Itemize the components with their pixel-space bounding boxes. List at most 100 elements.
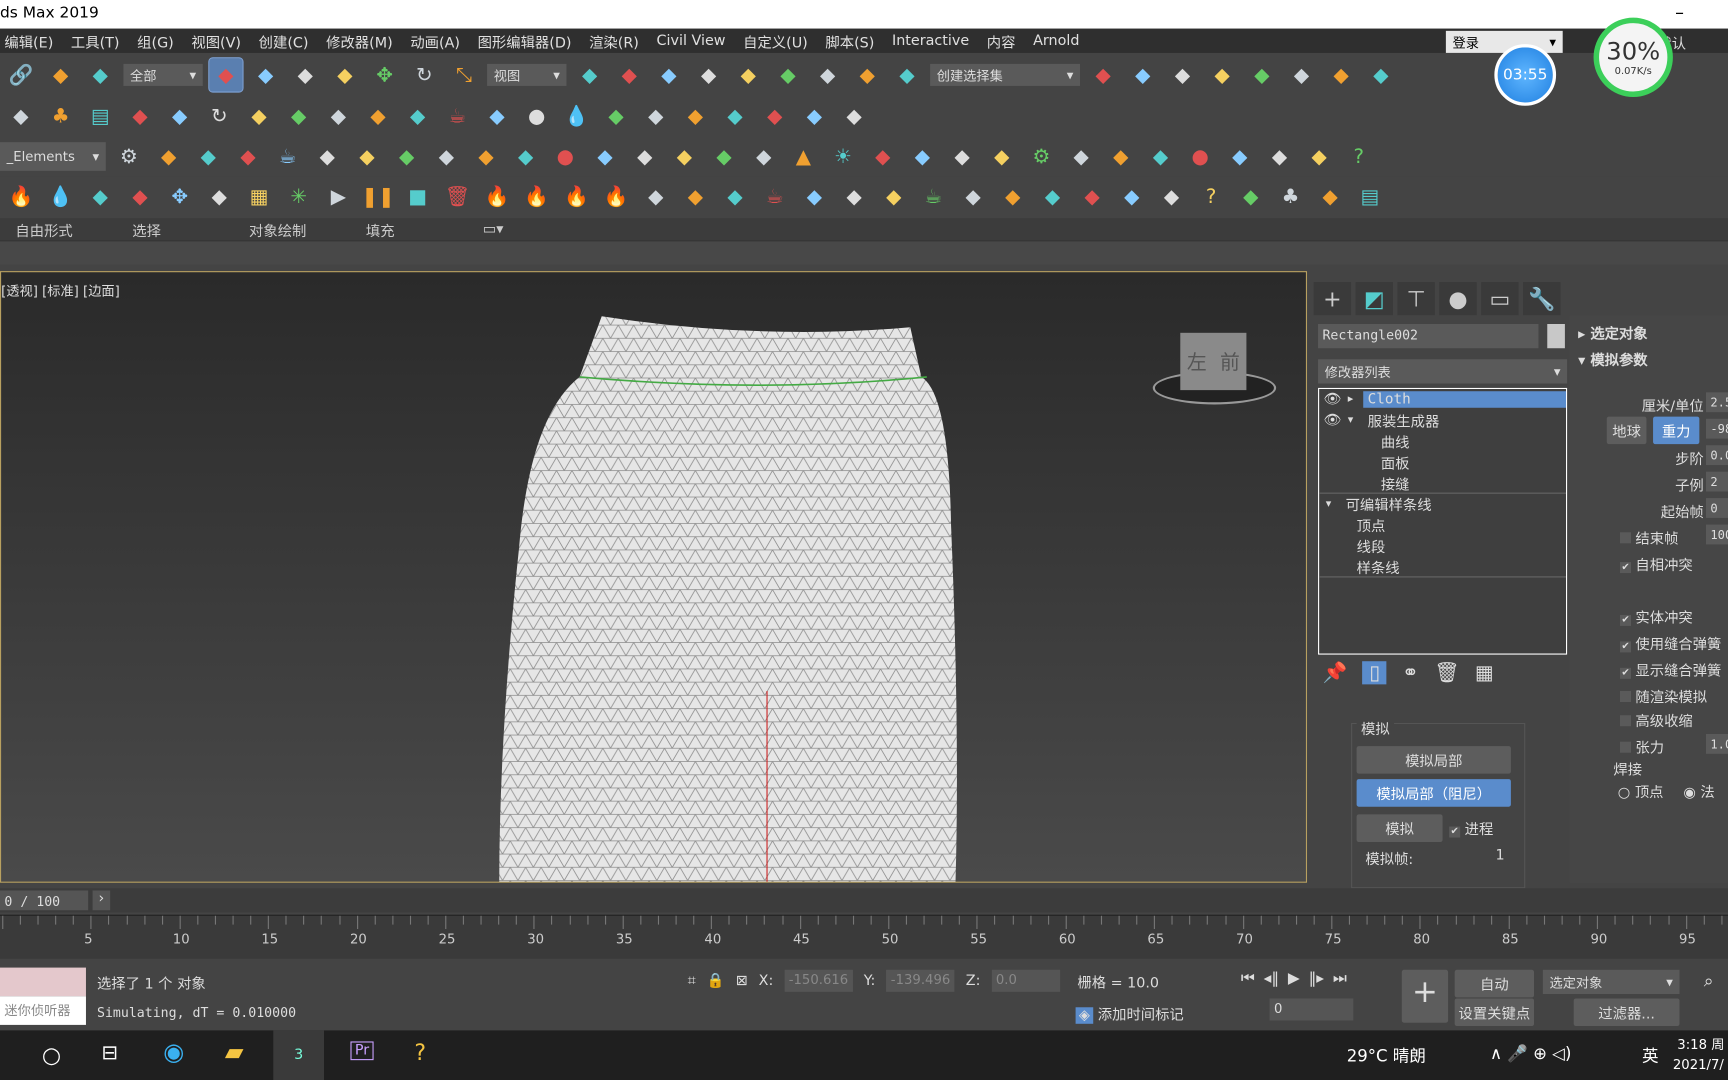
forest-icon[interactable]: ◆ (123, 99, 156, 132)
material-editor-icon[interactable]: ◆ (1364, 58, 1397, 91)
login-dropdown[interactable]: 登录 ▾ (1445, 30, 1563, 53)
burst-icon[interactable]: ✳ (282, 180, 315, 213)
clock-date[interactable]: 2021/7/ (1673, 1057, 1724, 1072)
modifier-stack-item[interactable]: 顶点 (1319, 515, 1566, 536)
spray-icon[interactable]: ◆ (679, 180, 712, 213)
tree-green-icon[interactable]: ♣ (1274, 180, 1307, 213)
checkbox[interactable]: ✔ (1619, 614, 1632, 626)
grid-icon[interactable]: ◆ (282, 99, 315, 132)
ribbon-tab[interactable]: 对象绘制 (249, 219, 350, 240)
os-icon[interactable]: ◆ (1144, 140, 1177, 173)
show-end-result-icon[interactable]: ▯ (1362, 661, 1387, 685)
filters-button[interactable]: 过滤器... (1573, 998, 1680, 1026)
water-icon[interactable]: 💧 (44, 180, 77, 213)
rollout-sim-params[interactable]: ▾ 模拟参数 (1578, 348, 1648, 370)
gear-icon[interactable]: ⚙ (1025, 140, 1058, 173)
checkbox[interactable]: ✔ (1619, 667, 1632, 679)
wave-icon[interactable]: ◆ (1076, 180, 1109, 213)
add-time-tag[interactable]: ◈ 添加时间标记 (1075, 1003, 1184, 1024)
create-tab-icon[interactable]: + (1313, 282, 1352, 316)
checker-icon[interactable]: ▦ (242, 180, 275, 213)
radio-vertex[interactable]: ○ (1618, 785, 1635, 802)
progress-checkbox[interactable]: ✔ 进程 (1449, 818, 1493, 839)
globe-icon[interactable]: ◆ (242, 99, 275, 132)
candle-icon[interactable]: ◆ (719, 180, 752, 213)
maxscript-listener-output[interactable] (0, 967, 86, 997)
table-icon[interactable]: ▤ (1353, 180, 1386, 213)
layer-sel-icon[interactable]: ◆ (231, 140, 264, 173)
scatter-icon[interactable]: ◆ (4, 99, 37, 132)
red-icon[interactable]: ◆ (996, 180, 1029, 213)
placement-icon[interactable]: ◆ (573, 58, 606, 91)
radio-normal[interactable]: ◉ (1683, 785, 1700, 802)
earth-button[interactable]: 地球 (1606, 416, 1647, 445)
subsample-field[interactable]: 2 (1705, 471, 1728, 492)
pin-stack-icon[interactable]: 📌 (1322, 661, 1347, 684)
layers-icon[interactable]: ◆ (1206, 58, 1239, 91)
trash-icon[interactable]: 🗑 (441, 180, 474, 213)
drop-icon[interactable]: 💧 (560, 99, 593, 132)
menu-item[interactable]: 内容 (987, 30, 1016, 52)
sun-icon[interactable]: ☀ (827, 140, 860, 173)
elements-dropdown[interactable]: _Elements ▾ (0, 142, 106, 171)
key-filter-dropdown[interactable]: 选定对象 ▾ (1542, 969, 1680, 995)
menu-item[interactable]: Civil View (657, 33, 726, 50)
perspective-viewport[interactable]: [透视] [标准] [边面] 左前 (0, 271, 1308, 883)
percent-snap-icon[interactable]: ◆ (811, 58, 844, 91)
light-icon[interactable]: ◆ (469, 140, 502, 173)
window-crossing-icon[interactable]: ◆ (328, 58, 361, 91)
play-icon[interactable]: ▶ (322, 180, 355, 213)
modifier-stack-item[interactable]: ▾ 可编辑样条线 (1319, 494, 1566, 515)
checkbox[interactable]: ✔ (1619, 562, 1632, 574)
motion-tab-icon[interactable]: ● (1439, 282, 1477, 316)
blue-icon[interactable]: ◆ (1036, 180, 1069, 213)
fire-red-icon[interactable]: 🔥 (4, 180, 37, 213)
angle-snap-icon[interactable]: ◆ (771, 58, 804, 91)
network-speed-widget[interactable]: 30% 0.07K/s (1593, 17, 1673, 97)
viewcube[interactable]: 左前 (1180, 332, 1247, 391)
menu-item[interactable]: 修改器(M) (326, 30, 393, 52)
prev-frame-icon[interactable]: ◂‖ (1264, 970, 1279, 988)
render-frame-icon[interactable]: ◆ (350, 140, 383, 173)
layer-explorer-icon[interactable]: ◆ (1166, 58, 1199, 91)
track-bar[interactable]: 5 10 15 20 25 30 35 40 45 50 55 60 65 70 75 80 85 90 95 (0, 914, 1728, 959)
eye-icon[interactable]: 👁 (1324, 391, 1348, 408)
modifier-list-dropdown[interactable]: 修改器列表 ▾ (1318, 359, 1568, 384)
move-green-icon[interactable]: ✥ (163, 180, 196, 213)
simulate-local-damped-button[interactable]: 模拟局部（阻尼） (1356, 779, 1511, 807)
bind-space-warp-icon[interactable]: ◆ (84, 58, 117, 91)
next-frame-button[interactable]: › (92, 890, 111, 911)
next-icon[interactable]: ◆ (758, 99, 791, 132)
flame4-icon[interactable]: 🔥 (600, 180, 633, 213)
schematic-icon[interactable]: ◆ (1325, 58, 1358, 91)
utilities-tab-icon[interactable]: 🔧 (1523, 282, 1561, 316)
select-manipulate-icon[interactable]: ◆ (652, 58, 685, 91)
sparkle-icon[interactable]: ◆ (679, 99, 712, 132)
play-icon[interactable]: ▶ (1288, 970, 1300, 988)
lock-icon[interactable]: 🔒 (707, 973, 725, 990)
solid-collision-checkbox[interactable]: ✔ 实体冲突 (1619, 606, 1693, 627)
camera-icon[interactable]: ◆ (361, 99, 394, 132)
pour-icon[interactable]: ◆ (957, 180, 990, 213)
prev-icon[interactable]: ◆ (719, 99, 752, 132)
beer-icon[interactable]: ◆ (877, 180, 910, 213)
move-icon[interactable]: ✥ (368, 58, 401, 91)
fp-icon[interactable]: ◆ (1234, 180, 1267, 213)
select-icon[interactable]: ◆ (208, 57, 244, 93)
select-by-name-icon[interactable]: ◆ (249, 58, 282, 91)
modifier-stack-item[interactable]: 👁 ▸ Cloth (1319, 389, 1566, 410)
isolate-icon[interactable]: ⌗ (688, 973, 696, 990)
menu-item[interactable]: 组(G) (137, 30, 174, 52)
configure-sets-icon[interactable]: ▦ (1475, 661, 1494, 684)
render-setup-icon[interactable]: ◆ (390, 140, 423, 173)
x-field[interactable]: -150.616 (784, 969, 853, 992)
modifier-stack-item[interactable]: 曲线 (1319, 431, 1566, 452)
disk-icon[interactable]: ◆ (708, 140, 741, 173)
z-field[interactable]: 0.0 (991, 969, 1060, 992)
premiere-icon[interactable]: Pr (350, 1041, 374, 1061)
modifier-stack-item[interactable]: 面板 (1319, 452, 1566, 473)
tree-icon[interactable]: ♣ (44, 99, 77, 132)
swirl-icon[interactable]: ◆ (639, 180, 672, 213)
zoom-icon[interactable]: ⌕ (1704, 970, 1714, 992)
pause-icon[interactable]: ❚❚ (361, 180, 394, 213)
